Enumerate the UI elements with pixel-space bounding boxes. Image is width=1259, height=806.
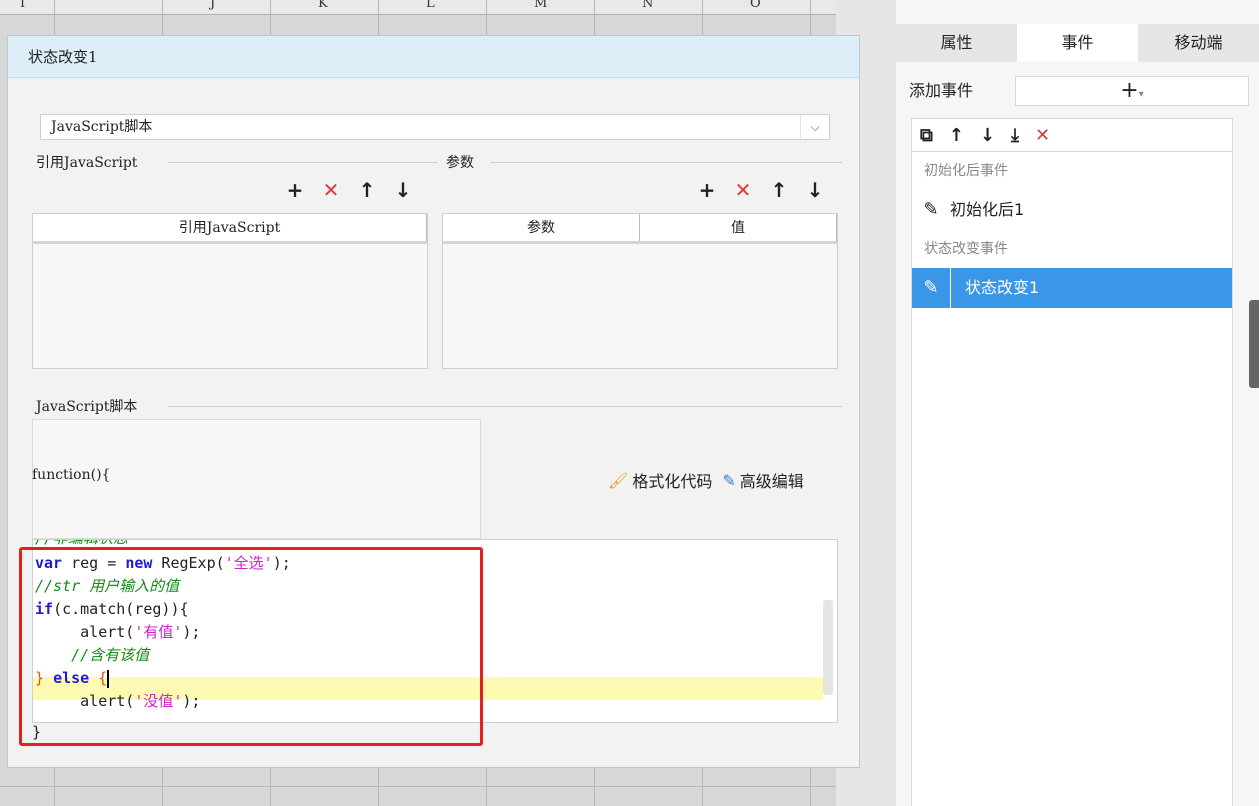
column-header[interactable]: N	[642, 0, 653, 11]
add-icon: +	[1120, 78, 1139, 103]
table-header: 值	[640, 214, 837, 241]
right-panel: 属性 事件 移动端 添加事件 +▾ ⧉ ↑ ↓ ⤓ ✕ 初始化后事件 ✎ 初始化…	[896, 0, 1259, 806]
table-header: 引用JavaScript	[33, 214, 427, 241]
column-header[interactable]: O	[750, 0, 761, 11]
event-item-label: 状态改变1	[965, 278, 1040, 297]
edit-icon: ✎	[722, 470, 736, 490]
column-header[interactable]: I	[20, 0, 25, 11]
format-code-button[interactable]: 🖌 格式化代码	[608, 468, 712, 492]
add-event-label: 添加事件	[909, 81, 974, 100]
delete-icon[interactable]: ✕	[1035, 125, 1050, 146]
param-section-title: 参数	[446, 155, 474, 171]
arrow-down-icon[interactable]: ↓	[804, 178, 826, 202]
event-item-selected[interactable]: ✎ 状态改变1	[912, 268, 1232, 308]
add-icon[interactable]: +	[284, 178, 306, 202]
advanced-edit-button[interactable]: ✎ 高级编辑	[722, 468, 803, 492]
pencil-icon: ✎	[912, 268, 951, 308]
arrow-up-icon[interactable]: ↑	[768, 178, 790, 202]
event-dialog: 状态改变1 JavaScript脚本 ⌵ 引用JavaScript 参数 + ✕…	[7, 35, 860, 768]
column-header[interactable]: K	[318, 0, 328, 11]
event-item[interactable]: ✎ 初始化后1	[912, 190, 1232, 230]
side-handle[interactable]	[1249, 300, 1259, 388]
column-header[interactable]: L	[426, 0, 435, 11]
ref-js-table: 引用JavaScript	[32, 213, 428, 369]
param-toolbar: + ✕ ↑ ↓	[696, 178, 826, 202]
delete-icon[interactable]: ✕	[732, 178, 754, 202]
column-header[interactable]: J	[210, 0, 215, 11]
add-icon[interactable]: +	[696, 178, 718, 202]
editor-actions: 🖌 格式化代码 ✎ 高级编辑	[608, 468, 804, 492]
format-code-label: 格式化代码	[632, 472, 713, 491]
ref-section-title: 引用JavaScript	[36, 155, 138, 171]
event-item-label: 初始化后1	[950, 200, 1025, 219]
brush-icon: 🖌	[608, 470, 629, 490]
table-header: 参数	[443, 214, 640, 241]
copy-icon[interactable]: ⧉	[920, 125, 933, 146]
panel-tabs: 属性 事件 移动端	[896, 24, 1259, 62]
column-header[interactable]: M	[534, 0, 547, 11]
event-group-title: 初始化后事件	[924, 163, 1008, 179]
editor-scrollbar[interactable]	[823, 600, 833, 695]
chevron-down-icon[interactable]: ⌵	[800, 115, 829, 139]
arrow-down-icon[interactable]: ↓	[980, 125, 995, 146]
tab-events[interactable]: 事件	[1017, 24, 1138, 62]
event-group-title: 状态改变事件	[924, 241, 1008, 257]
script-type-select[interactable]: JavaScript脚本 ⌵	[40, 114, 830, 140]
pencil-icon: ✎	[923, 199, 939, 220]
event-toolbar: ⧉ ↑ ↓ ⤓ ✕	[911, 118, 1233, 152]
function-signature: function(){	[32, 467, 111, 483]
event-list: 初始化后事件 ✎ 初始化后1 状态改变事件 ✎ 状态改变1	[911, 152, 1233, 806]
tab-mobile[interactable]: 移动端	[1138, 24, 1259, 62]
arrow-up-icon[interactable]: ↑	[949, 125, 964, 146]
chevron-down-icon: ▾	[1138, 89, 1144, 100]
arrow-up-icon[interactable]: ↑	[356, 178, 378, 202]
ref-toolbar: + ✕ ↑ ↓	[284, 178, 414, 202]
delete-icon[interactable]: ✕	[320, 178, 342, 202]
tab-properties[interactable]: 属性	[896, 24, 1017, 62]
annotation-highlight-box	[19, 547, 483, 746]
arrow-down-icon[interactable]: ↓	[392, 178, 414, 202]
move-bottom-icon[interactable]: ⤓	[1011, 125, 1019, 146]
js-section-title: JavaScript脚本	[36, 399, 138, 415]
script-type-value: JavaScript脚本	[51, 119, 153, 135]
dialog-title: 状态改变1	[8, 36, 859, 78]
add-event-button[interactable]: +▾	[1015, 76, 1249, 106]
advanced-edit-label: 高级编辑	[739, 472, 804, 491]
column-header-row: I J K L M N O	[0, 0, 836, 15]
param-table: 参数 值	[442, 213, 838, 369]
